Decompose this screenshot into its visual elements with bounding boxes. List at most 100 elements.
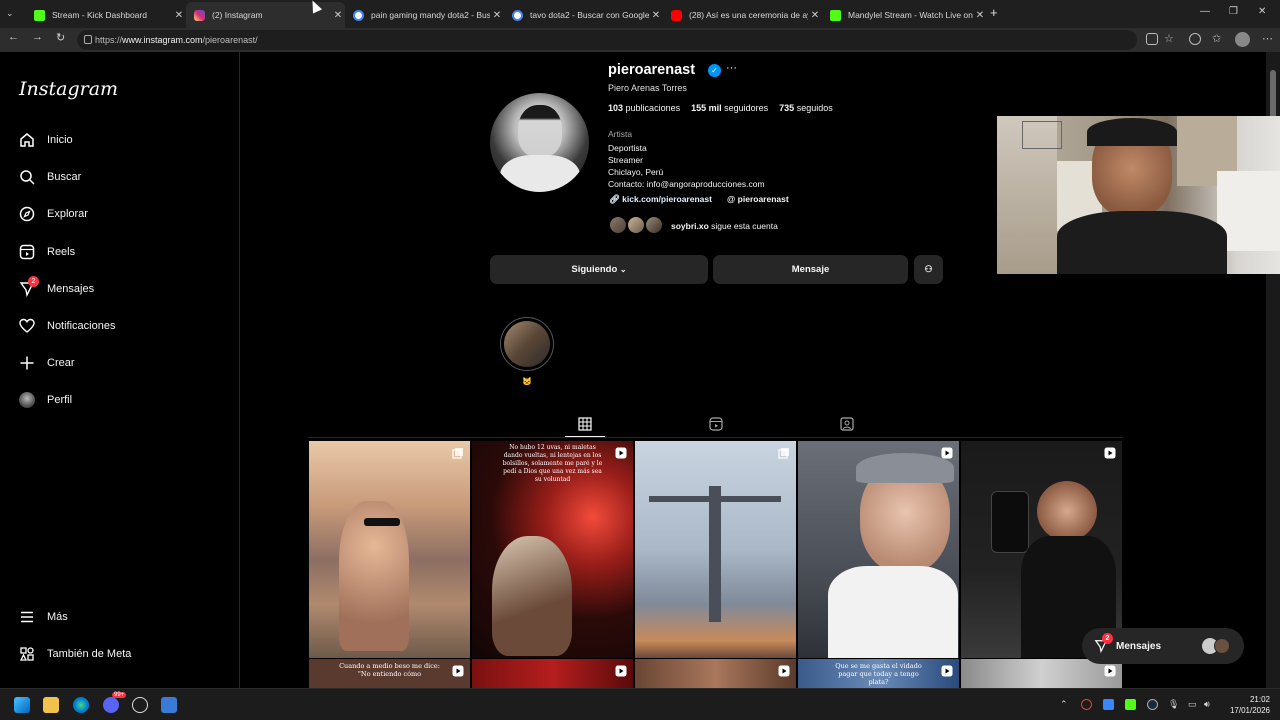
tray-chevron-icon[interactable]: ⌃ <box>1060 699 1068 710</box>
profile-avatar-icon[interactable] <box>1235 32 1250 47</box>
steam-icon[interactable] <box>1147 699 1158 710</box>
messages-pill[interactable]: 2 Mensajes <box>1082 628 1244 664</box>
reload-icon[interactable]: ↻ <box>56 31 65 44</box>
tab-posts[interactable] <box>578 417 592 431</box>
system-clock[interactable]: 21:02 17/01/2026 <box>1222 694 1270 716</box>
reel-icon <box>941 447 953 459</box>
sidebar-item-explorar[interactable]: Explorar <box>18 202 88 226</box>
favorites-icon[interactable]: ✩ <box>1212 32 1221 45</box>
tab-instagram[interactable]: (2) Instagram ✕ <box>186 2 345 28</box>
plus-icon <box>18 354 36 372</box>
close-icon[interactable]: ✕ <box>649 10 663 21</box>
sidebar-item-mas[interactable]: Más <box>18 605 68 629</box>
file-explorer-icon[interactable] <box>43 697 59 713</box>
grid-post[interactable] <box>635 659 796 688</box>
new-tab-icon[interactable]: + <box>990 5 998 20</box>
sidebar-item-inicio[interactable]: Inicio <box>18 128 73 152</box>
back-icon[interactable]: ← <box>8 31 19 43</box>
extension-icon[interactable] <box>1189 33 1201 45</box>
discord-icon[interactable]: 99+ <box>103 692 127 713</box>
menu-icon <box>18 608 36 626</box>
following-button[interactable]: Siguiendo ⌄ <box>490 255 708 284</box>
volume-icon[interactable]: 🔊︎ <box>1204 699 1210 710</box>
reel-icon <box>1104 447 1116 459</box>
close-icon[interactable]: ✕ <box>973 10 987 21</box>
tab-title: (28) Así es una ceremonia de ayah <box>689 10 808 20</box>
grid-post[interactable] <box>961 441 1122 658</box>
messages-pill-label: Mensajes <box>1116 640 1162 652</box>
profile-link[interactable]: 🔗︎ kick.com/pieroarenast <box>609 194 712 205</box>
profile-link-text: kick.com/pieroarenast <box>622 194 712 204</box>
tab-kick-dashboard[interactable]: Stream - Kick Dashboard ✕ <box>26 2 186 28</box>
heart-icon <box>18 317 36 335</box>
sidebar-item-notificaciones[interactable]: Notificaciones <box>18 314 115 338</box>
posts-count: 103 <box>608 103 624 113</box>
chevron-down-icon: ⌄ <box>619 265 627 274</box>
site-info-icon[interactable] <box>84 35 92 44</box>
microphone-icon[interactable]: 🎙︎ <box>1168 699 1179 710</box>
sidebar-item-tambien-de-meta[interactable]: También de Meta <box>18 642 131 666</box>
grid-post[interactable]: Que se me gasta el vidado pagar que toda… <box>798 659 959 688</box>
following-stat[interactable]: 735 seguidos <box>779 103 833 113</box>
followers-stat[interactable]: 155 mil seguidores <box>691 103 768 113</box>
tab-reels[interactable] <box>709 417 723 431</box>
tray-app-icon[interactable] <box>1125 699 1136 710</box>
tab-google-search-1[interactable]: pain gaming mandy dota2 - Busca ✕ <box>345 2 504 28</box>
bio-line: Deportista <box>608 143 647 153</box>
sidebar-item-perfil[interactable]: Perfil <box>18 388 72 412</box>
options-icon[interactable]: ··· <box>726 62 737 74</box>
grid-post[interactable] <box>472 659 633 688</box>
tab-youtube[interactable]: (28) Así es una ceremonia de ayah ✕ <box>663 2 822 28</box>
window-close-icon[interactable]: ✕ <box>1258 6 1266 17</box>
grid-post[interactable] <box>309 441 470 658</box>
following-count: 735 <box>779 103 795 113</box>
tray-app-icon[interactable] <box>1081 699 1092 710</box>
message-button[interactable]: Mensaje <box>713 255 908 284</box>
sidebar-item-mensajes[interactable]: 2 Mensajes <box>18 276 94 301</box>
profile-avatar[interactable] <box>490 93 589 192</box>
tab-google-search-2[interactable]: tavo dota2 - Buscar con Google ✕ <box>504 2 663 28</box>
reel-icon <box>452 665 464 677</box>
forward-icon[interactable]: → <box>32 31 43 43</box>
sidebar-item-reels[interactable]: Reels <box>18 240 75 264</box>
minimize-icon[interactable]: — <box>1200 6 1210 17</box>
url-field[interactable]: https://www.instagram.com/pieroarenast/ <box>77 30 1137 50</box>
grid-post[interactable] <box>798 441 959 658</box>
clock-date: 17/01/2026 <box>1229 706 1270 715</box>
favorite-star-icon[interactable]: ☆ <box>1164 32 1174 45</box>
threads-link[interactable]: @ pieroarenast <box>727 194 789 204</box>
instagram-icon <box>194 9 205 21</box>
tab-actions-icon[interactable]: ⌄ <box>6 8 14 19</box>
grid-post[interactable]: No hubo 12 uvas, ni maletas dando vuelta… <box>472 441 633 658</box>
profile-full-name: Piero Arenas Torres <box>608 83 687 93</box>
browser-menu-icon[interactable]: ⋯ <box>1262 32 1273 45</box>
story-highlight[interactable] <box>500 317 554 371</box>
tray-app-icon[interactable] <box>1103 699 1114 710</box>
sidebar-item-buscar[interactable]: Buscar <box>18 165 81 189</box>
kick-icon <box>34 9 45 21</box>
tab-tagged[interactable] <box>840 417 854 431</box>
suggested-users-button[interactable]: ⚇ <box>914 255 943 284</box>
split-screen-icon[interactable] <box>1146 33 1158 45</box>
close-icon[interactable]: ✕ <box>490 10 504 21</box>
windows-taskbar: 99+ ⌃ 🎙︎ ▭ 🔊︎ 21:02 17/01/2026 <box>0 688 1280 720</box>
bio-line: Contacto: info@angoraproducciones.com <box>608 179 765 189</box>
network-icon[interactable]: ▭ <box>1188 699 1197 710</box>
calculator-icon[interactable] <box>161 697 177 713</box>
close-icon[interactable]: ✕ <box>172 10 186 21</box>
profile-username: pieroarenast <box>608 62 696 78</box>
followed-by-text[interactable]: soybri.xo sigue esta cuenta <box>671 221 778 231</box>
tab-kick-mandy[interactable]: Mandylel Stream - Watch Live on ✕ <box>822 2 987 28</box>
close-icon[interactable]: ✕ <box>808 10 822 21</box>
windows-start-icon[interactable] <box>14 697 30 713</box>
close-icon[interactable]: ✕ <box>331 10 345 21</box>
grid-post[interactable] <box>635 441 796 658</box>
restore-icon[interactable]: ❐ <box>1229 6 1238 17</box>
obs-icon[interactable] <box>132 697 148 713</box>
post-caption: Que se me gasta el vidado pagar que toda… <box>835 662 922 686</box>
sidebar-item-crear[interactable]: Crear <box>18 351 75 375</box>
instagram-logo[interactable]: Instagram <box>19 78 118 100</box>
grid-post[interactable]: Cuando a medio beso me dice: "No entiend… <box>309 659 470 688</box>
google-icon <box>353 9 364 21</box>
edge-icon[interactable] <box>73 697 89 713</box>
